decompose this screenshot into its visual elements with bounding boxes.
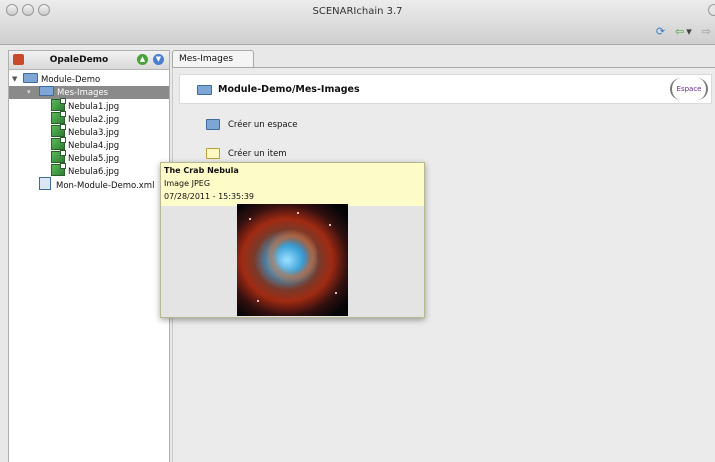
disclosure-triangle-icon[interactable]: ▾ — [27, 86, 31, 99]
tooltip-title: The Crab Nebula — [164, 166, 239, 175]
workspace-header: OpaleDemo ▲ ▼ — [9, 51, 169, 70]
tooltip-file-type: Image JPEG — [164, 179, 211, 188]
create-space-label: Créer un espace — [228, 119, 298, 130]
create-item-action[interactable]: Créer un item — [206, 148, 287, 159]
nebula-filaments — [267, 229, 317, 284]
star — [329, 224, 331, 226]
tree-item-label: Mon-Module-Demo.xml — [56, 181, 155, 191]
workspace-title: OpaleDemo — [49, 55, 109, 65]
tooltip-header: The Crab Nebula Image JPEG 07/28/2011 - … — [161, 163, 424, 206]
tree-item-file[interactable]: Nebula4.jpg — [9, 137, 169, 151]
tree-item-file[interactable]: Nebula5.jpg — [9, 150, 169, 164]
image-file-icon — [51, 163, 66, 176]
tree-item-label: Module-Demo — [41, 75, 101, 85]
path-bar: Module-Demo/Mes-Images Espace — [179, 74, 712, 104]
sync-icon[interactable]: ⟳ — [656, 26, 665, 37]
forward-arrow-icon[interactable]: ⇨ — [702, 26, 711, 37]
folder-open-icon — [39, 86, 54, 96]
folder-open-icon — [23, 73, 38, 83]
module-document-icon — [39, 177, 51, 190]
tree-item-file[interactable]: Nebula2.jpg — [9, 111, 169, 125]
create-item-label: Créer un item — [228, 148, 287, 159]
tree-item-module-demo[interactable]: ▼ Module-Demo — [9, 73, 169, 86]
star — [249, 218, 251, 220]
toolbar-toggle-button[interactable] — [708, 4, 715, 16]
chevron-down-icon[interactable]: ▾ — [686, 26, 692, 37]
image-file-icon — [51, 98, 66, 111]
back-arrow-icon[interactable]: ⇦ — [675, 26, 684, 37]
tree-item-label: Nebula1.jpg — [68, 102, 120, 112]
current-path: Module-Demo/Mes-Images — [218, 84, 360, 95]
tree-item-mes-images[interactable]: ▾ Mes-Images — [9, 86, 169, 99]
image-file-icon — [51, 150, 66, 163]
new-item-icon — [206, 148, 220, 159]
move-up-icon[interactable]: ▲ — [137, 54, 148, 65]
tree-item-file[interactable]: Nebula3.jpg — [9, 124, 169, 138]
tree-item-label: Nebula4.jpg — [68, 141, 120, 151]
tree-item-label: Nebula3.jpg — [68, 128, 120, 138]
star — [335, 292, 337, 294]
file-tree: ▼ Module-Demo ▾ Mes-Images Nebula1.jpg N… — [9, 70, 169, 191]
toolbar: ⟳ ⇦ ▾ ⇨ — [656, 26, 711, 37]
tree-item-xml[interactable]: Mon-Module-Demo.xml — [9, 177, 169, 191]
move-down-icon[interactable]: ▼ — [153, 54, 164, 65]
tree-item-label: Mes-Images — [57, 88, 109, 98]
tooltip-date: 07/28/2011 - 15:35:39 — [164, 192, 255, 201]
nebula-preview-image — [237, 204, 348, 316]
window-titlebar: SCENARIchain 3.7 ⟳ ⇦ ▾ ⇨ — [0, 0, 715, 45]
create-space-action[interactable]: Créer un espace — [206, 119, 298, 130]
image-file-icon — [51, 137, 66, 150]
tree-item-label: Nebula2.jpg — [68, 115, 120, 125]
image-file-icon — [51, 111, 66, 124]
tree-item-file[interactable]: Nebula6.jpg — [9, 163, 169, 177]
image-file-icon — [51, 124, 66, 137]
disclosure-triangle-icon[interactable]: ▼ — [12, 73, 17, 86]
tree-item-file[interactable]: Nebula1.jpg — [9, 98, 169, 112]
tree-item-label: Nebula6.jpg — [68, 167, 120, 177]
tree-item-label: Nebula5.jpg — [68, 154, 120, 164]
image-preview-tooltip: The Crab Nebula Image JPEG 07/28/2011 - … — [160, 162, 425, 318]
folder-icon — [197, 85, 212, 95]
window-title: SCENARIchain 3.7 — [312, 6, 403, 17]
workspace-panel: OpaleDemo ▲ ▼ ▼ Module-Demo ▾ Mes-Images… — [8, 50, 170, 462]
star — [297, 212, 299, 214]
espace-button[interactable]: Espace — [670, 78, 708, 100]
star — [257, 300, 259, 302]
tab-mes-images[interactable]: Mes-Images — [172, 50, 254, 67]
folder-add-icon — [206, 119, 220, 130]
